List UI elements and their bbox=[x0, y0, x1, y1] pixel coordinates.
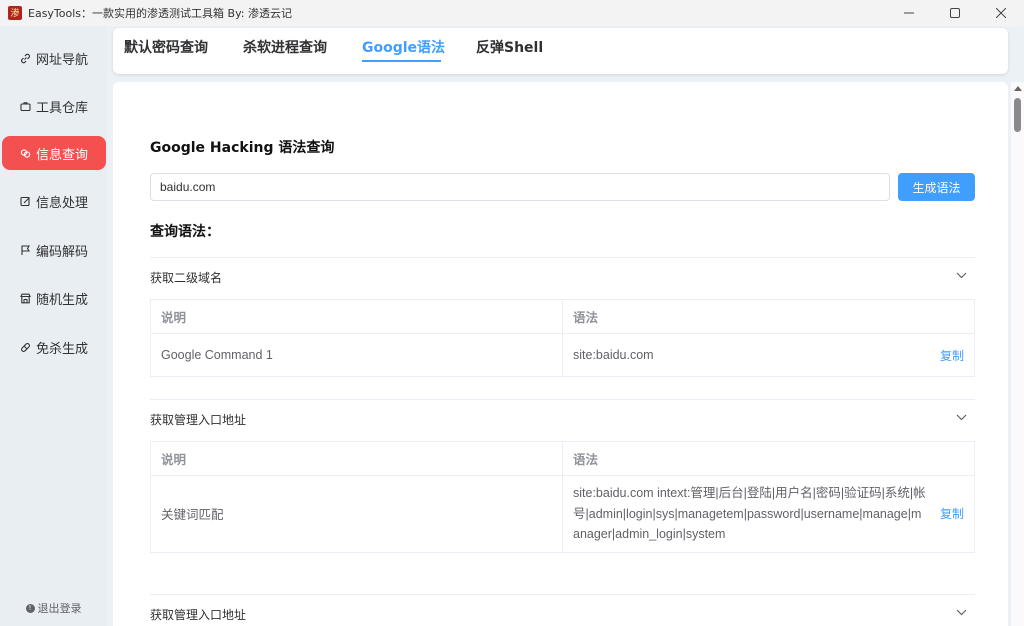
column-header-syntax: 语法 bbox=[573, 452, 599, 467]
tabs-bar: 默认密码查询 杀软进程查询 Google语法 反弹Shell bbox=[113, 28, 1008, 74]
chevron-down-icon bbox=[956, 609, 967, 616]
minimize-button[interactable] bbox=[886, 0, 932, 26]
sidebar-item-label: 信息查询 bbox=[35, 147, 88, 163]
sidebar-item-tools[interactable]: 工具仓库 bbox=[2, 89, 106, 123]
generate-button[interactable]: 生成语法 bbox=[898, 173, 975, 201]
sidebar-item-label: 工具仓库 bbox=[35, 100, 88, 116]
pill-icon bbox=[20, 342, 31, 353]
scroll-up-arrow-icon[interactable] bbox=[1014, 86, 1022, 91]
table-header-row: 说明 语法 bbox=[151, 300, 974, 334]
sidebar-item-info-process[interactable]: 信息处理 bbox=[2, 184, 106, 218]
sidebar-item-info-query[interactable]: 信息查询 bbox=[2, 136, 106, 170]
sidebar-item-av-evasion[interactable]: 免杀生成 bbox=[2, 330, 106, 364]
briefcase-icon bbox=[20, 101, 31, 112]
logout-button[interactable]: ! 退出登录 bbox=[0, 600, 107, 616]
row-desc: 关键词匹配 bbox=[151, 476, 563, 552]
info-circle-icon: ! bbox=[25, 603, 35, 613]
sidebar-item-nav[interactable]: 网址导航 bbox=[2, 41, 106, 75]
maximize-button[interactable] bbox=[932, 0, 978, 26]
table-header-row: 说明 语法 bbox=[151, 442, 974, 476]
sidebar-item-label: 编码解码 bbox=[35, 244, 88, 260]
table-row: 关键词匹配 site:baidu.com intext:管理|后台|登陆|用户名… bbox=[151, 476, 974, 552]
app-logo-icon: 渗 bbox=[8, 6, 22, 20]
column-header-syntax: 语法 bbox=[573, 310, 599, 325]
shop-icon bbox=[20, 293, 31, 304]
minimize-icon bbox=[904, 12, 914, 14]
syntax-table: 说明 语法 关键词匹配 site:baidu.com intext:管理|后台|… bbox=[150, 441, 975, 553]
logout-label: 退出登录 bbox=[37, 602, 82, 615]
edit-icon bbox=[20, 196, 31, 207]
row-desc: Google Command 1 bbox=[151, 334, 563, 376]
collapse-title: 获取二级域名 bbox=[150, 271, 223, 285]
window-title: EasyTools：一款实用的渗透测试工具箱 By: 渗透云记 bbox=[28, 7, 292, 20]
column-header-desc: 说明 bbox=[151, 442, 563, 475]
collapse-header-admin-entry-2[interactable]: 获取管理入口地址 bbox=[150, 594, 975, 626]
syntax-table: 说明 语法 Google Command 1 site:baidu.com 复制 bbox=[150, 299, 975, 377]
column-header-desc: 说明 bbox=[151, 300, 563, 333]
link-icon bbox=[20, 53, 31, 64]
title-bar: 渗 EasyTools：一款实用的渗透测试工具箱 By: 渗透云记 bbox=[0, 0, 1024, 26]
copy-button[interactable]: 复制 bbox=[940, 347, 964, 364]
sidebar-item-codec[interactable]: 编码解码 bbox=[2, 233, 106, 267]
table-row: Google Command 1 site:baidu.com 复制 bbox=[151, 334, 974, 376]
vertical-scrollbar[interactable] bbox=[1011, 82, 1024, 626]
chain-icon bbox=[20, 148, 31, 159]
tab-av-process[interactable]: 杀软进程查询 bbox=[243, 37, 327, 57]
close-icon bbox=[996, 8, 1006, 18]
copy-button[interactable]: 复制 bbox=[940, 505, 964, 522]
tab-reverse-shell[interactable]: 反弹Shell bbox=[476, 37, 543, 57]
tab-google-syntax[interactable]: Google语法 bbox=[362, 37, 445, 57]
chevron-down-icon bbox=[956, 272, 967, 279]
maximize-icon bbox=[950, 8, 960, 18]
scrollbar-thumb[interactable] bbox=[1014, 98, 1021, 132]
chevron-down-icon bbox=[956, 414, 967, 421]
tab-default-password[interactable]: 默认密码查询 bbox=[124, 37, 208, 57]
row-syntax: site:baidu.com intext:管理|后台|登陆|用户名|密码|验证… bbox=[573, 486, 926, 541]
domain-input[interactable]: baidu.com bbox=[150, 173, 890, 201]
sidebar-item-label: 随机生成 bbox=[35, 292, 88, 308]
flag-icon bbox=[20, 244, 31, 256]
active-tab-indicator bbox=[362, 60, 441, 62]
results-heading: 查询语法： bbox=[150, 224, 220, 240]
collapse-title: 获取管理入口地址 bbox=[150, 608, 247, 622]
collapse-header-subdomain[interactable]: 获取二级域名 bbox=[150, 257, 975, 297]
sidebar-item-label: 免杀生成 bbox=[35, 341, 88, 357]
sidebar-item-random[interactable]: 随机生成 bbox=[2, 281, 106, 315]
sidebar-item-label: 网址导航 bbox=[35, 52, 88, 68]
collapse-title: 获取管理入口地址 bbox=[150, 413, 247, 427]
sidebar-item-label: 信息处理 bbox=[35, 195, 88, 211]
row-syntax: site:baidu.com bbox=[573, 348, 654, 362]
sidebar: 网址导航 工具仓库 信息查询 信息处理 编码解码 随机生成 免杀生成 ! 退出登… bbox=[0, 26, 107, 626]
close-button[interactable] bbox=[978, 0, 1024, 26]
collapse-header-admin-entry[interactable]: 获取管理入口地址 bbox=[150, 399, 975, 439]
page-title: Google Hacking 语法查询 bbox=[150, 140, 335, 156]
